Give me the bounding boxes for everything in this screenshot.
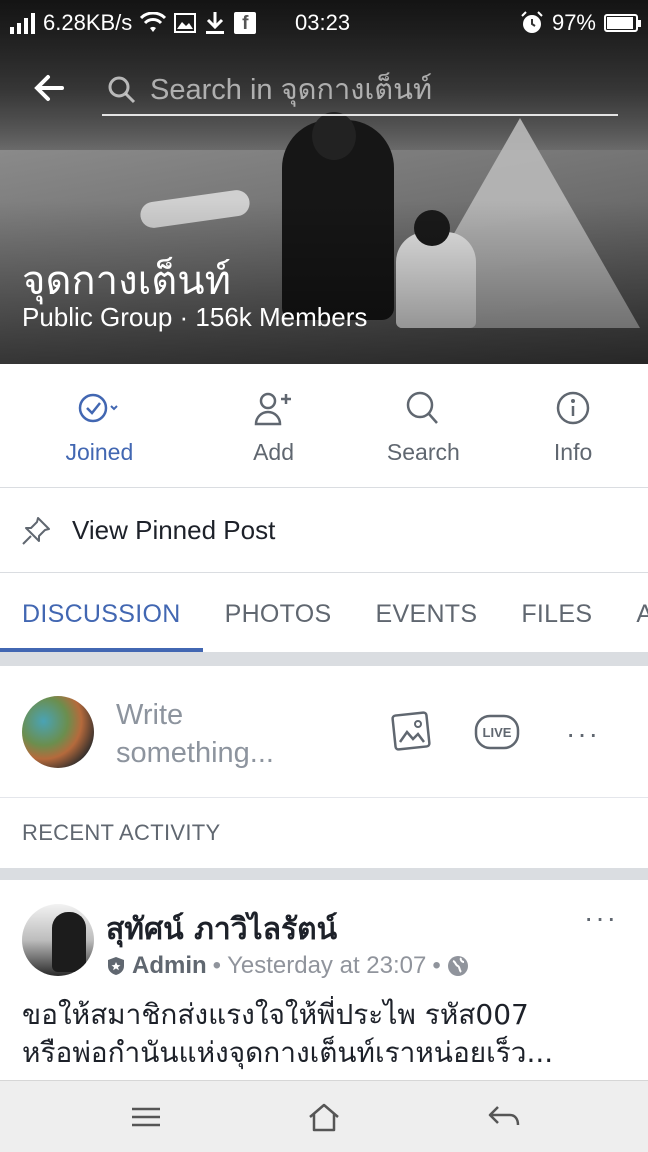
search-label: Search (386, 439, 460, 465)
post-composer: Write something... LIVE ··· (0, 666, 648, 798)
post-meta: Admin • Yesterday at 23:07 • (106, 952, 469, 980)
search-icon (108, 76, 136, 104)
recent-activity-header: RECENT ACTIVITY (22, 820, 221, 845)
group-search-bar[interactable] (102, 66, 618, 116)
battery-icon (604, 14, 641, 32)
divider (0, 652, 648, 666)
tab-photos[interactable]: PHOTOS (203, 574, 354, 652)
clock: 03:23 (295, 10, 351, 35)
joined-button[interactable]: Joined (0, 364, 199, 487)
tab-events[interactable]: EVENTS (354, 574, 500, 652)
signal-icon (10, 12, 35, 34)
pinned-label: View Pinned Post (72, 515, 276, 545)
tab-files[interactable]: FILES (499, 574, 614, 652)
post-text-line: ขอให้สมาชิกส่งแรงใจให้พี่ประไพ รหัส007 (22, 998, 529, 1031)
globe-icon (447, 956, 468, 976)
info-icon (556, 391, 590, 425)
info-button[interactable]: Info (498, 364, 648, 487)
wifi-icon (140, 12, 167, 32)
check-circle-icon (79, 393, 119, 423)
post-body[interactable]: ขอให้สมาชิกส่งแรงใจให้พี่ประไพ รหัส007 ห… (22, 996, 628, 1072)
facebook-icon: f (234, 12, 257, 34)
search-icon (407, 391, 439, 424)
search-group-button[interactable]: Search (348, 364, 498, 487)
admin-badge-icon (108, 957, 124, 975)
download-icon (206, 12, 225, 34)
system-nav-bar (0, 1080, 648, 1152)
battery-percent: 97% (551, 10, 596, 35)
tab-discussion[interactable]: DISCUSSION (0, 574, 203, 652)
pin-icon (22, 516, 50, 545)
back-arrow-icon[interactable] (30, 68, 70, 108)
post-text-line: หรือพ่อกำนันแห่งจุดกางเต็นท์เราหน่อยเร็ว… (22, 1036, 554, 1069)
meta-separator: • (432, 952, 441, 979)
info-label: Info (553, 439, 593, 465)
add-member-button[interactable]: Add (199, 364, 349, 487)
feed-post: สุทัศน์ ภาวิไลรัตน์ ··· Admin • Yesterda… (0, 880, 648, 1080)
live-label: LIVE (483, 725, 512, 740)
author-role: Admin (132, 952, 207, 979)
group-search-input[interactable] (150, 70, 610, 110)
status-bar: 6.28KB/s f 03:23 97% (0, 0, 648, 44)
group-action-bar: Joined Add Search Info (0, 364, 648, 488)
divider (0, 868, 648, 880)
group-subtitle: Public Group · 156k Members (22, 302, 368, 332)
group-tabs: DISCUSSION PHOTOS EVENTS FILES A (0, 574, 648, 652)
back-icon[interactable] (484, 1101, 524, 1133)
post-more-icon[interactable]: ··· (584, 902, 618, 934)
live-video-icon[interactable]: LIVE (474, 714, 520, 750)
avatar[interactable] (22, 904, 94, 976)
alarm-icon (521, 11, 543, 33)
add-person-icon (254, 392, 291, 426)
meta-separator: • (212, 952, 222, 979)
post-time[interactable]: Yesterday at 23:07 (227, 952, 426, 980)
home-icon[interactable] (304, 1101, 344, 1133)
menu-icon[interactable] (126, 1101, 166, 1133)
tab-more-truncated[interactable]: A (614, 574, 648, 652)
network-speed: 6.28KB/s (43, 10, 133, 35)
avatar[interactable] (22, 696, 94, 768)
add-label: Add (253, 439, 295, 465)
photo-icon[interactable] (388, 710, 434, 754)
post-author[interactable]: สุทัศน์ ภาวิไลรัตน์ (106, 906, 337, 953)
more-options-icon[interactable]: ··· (566, 718, 600, 750)
write-something-input[interactable]: Write something... (116, 696, 316, 772)
image-icon (174, 13, 197, 33)
joined-label: Joined (65, 439, 134, 465)
view-pinned-post[interactable]: View Pinned Post (0, 489, 648, 573)
